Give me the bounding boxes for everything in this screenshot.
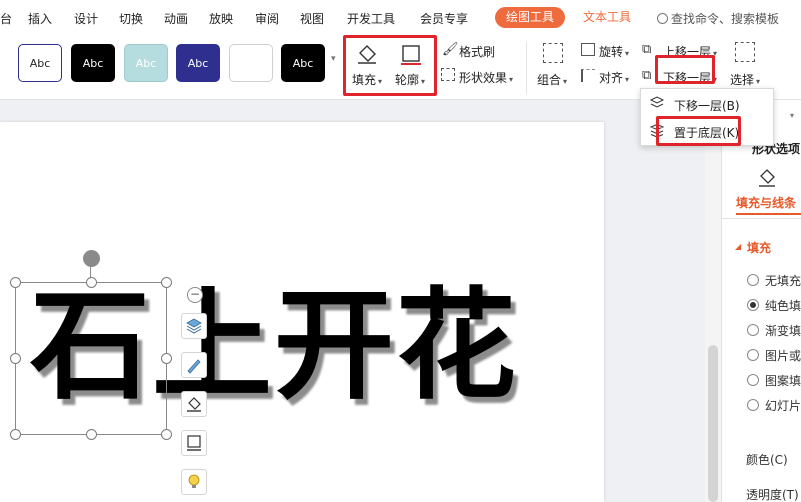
radio-gradient-fill[interactable] — [747, 324, 759, 336]
align-label: 对齐 — [599, 71, 624, 85]
layers-icon — [186, 318, 202, 334]
format-brush-icon: 🖌 — [442, 42, 459, 57]
radio-no-fill[interactable] — [747, 274, 759, 286]
group-label: 组合 — [537, 73, 562, 87]
menu-item-member[interactable]: 会员专享 — [420, 10, 468, 27]
align-icon — [581, 69, 595, 82]
option-gradient-fill: 渐变填 — [765, 324, 801, 338]
highlight-send-to-back — [656, 116, 741, 146]
radio-pattern-fill[interactable] — [747, 374, 759, 386]
bring-forward-icon: ⧉ — [642, 42, 652, 57]
menu-item-developer[interactable]: 开发工具 — [347, 10, 395, 27]
resize-handle-bottom[interactable] — [86, 429, 97, 440]
resize-handle-bottom-right[interactable] — [161, 429, 172, 440]
active-tab-underline — [736, 213, 801, 215]
rotate-icon — [581, 43, 595, 56]
rotate-label: 旋转 — [599, 45, 624, 59]
menu-item-transition[interactable]: 切换 — [119, 10, 143, 27]
radio-solid-fill[interactable] — [747, 299, 759, 311]
group-caret-icon: ▾ — [563, 77, 568, 86]
resize-handle-top-right[interactable] — [161, 277, 172, 288]
search-command[interactable]: 查找命令、搜索模板 — [657, 10, 779, 27]
fill-bucket-icon — [187, 397, 201, 412]
panel-divider — [722, 218, 801, 219]
rotate-caret-icon: ▾ — [625, 49, 630, 58]
search-icon — [657, 13, 668, 24]
resize-handle-left[interactable] — [10, 353, 21, 364]
fill-section-title: 填充 — [747, 241, 772, 255]
send-backward-icon: ⧉ — [642, 68, 652, 83]
radio-slide-bg-fill[interactable] — [747, 399, 759, 411]
rotate-handle-icon[interactable] — [83, 250, 100, 267]
option-picture-fill: 图片或 — [765, 349, 801, 363]
highlight-send-backward — [655, 55, 715, 84]
tab-drawing-tools[interactable]: 绘图工具 — [495, 7, 566, 28]
vertical-scrollbar[interactable] — [705, 100, 721, 502]
scrollbar-thumb[interactable] — [708, 345, 718, 502]
shape-effects-button[interactable]: 形状效果 ▾ — [459, 69, 513, 86]
menu-item-slideshow[interactable]: 放映 — [209, 10, 233, 27]
align-button[interactable]: 对齐 ▾ — [599, 69, 629, 86]
shape-effects-label: 形状效果 — [459, 71, 508, 85]
property-panel: 生 ▾ 形状选项 填充与线条 ◢ 填充 无填充 纯色填 渐变填 图片或 图案填 … — [721, 100, 801, 502]
menu-send-backward[interactable]: 下移一层(B) — [674, 97, 740, 114]
send-backward-icon — [649, 96, 665, 108]
tab-text-tools[interactable]: 文本工具 — [572, 7, 642, 28]
rotate-button[interactable]: 旋转 ▾ — [599, 43, 629, 60]
select-label: 选择 — [730, 73, 755, 87]
menu-item-view[interactable]: 视图 — [300, 10, 324, 27]
option-solid-fill: 纯色填 — [765, 299, 801, 313]
shape-style-5[interactable] — [229, 44, 273, 82]
shape-style-3[interactable]: Abc — [124, 44, 168, 82]
resize-handle-bottom-left[interactable] — [10, 429, 21, 440]
lightbulb-icon — [188, 474, 200, 488]
styles-more-icon[interactable]: ▾ — [331, 54, 336, 64]
quick-outline-button[interactable] — [181, 430, 207, 456]
menu-item-design[interactable]: 设计 — [74, 10, 98, 27]
select-caret-icon: ▾ — [756, 77, 761, 86]
menu-item-review[interactable]: 审阅 — [255, 10, 279, 27]
select-button[interactable]: 选择 ▾ — [730, 71, 760, 88]
tab-fill-and-line[interactable]: 填充与线条 — [736, 194, 796, 211]
menu-item-start[interactable]: 台 — [0, 10, 12, 27]
shape-style-2[interactable]: Abc — [71, 44, 115, 82]
quick-fill-button[interactable] — [181, 391, 207, 417]
format-brush-button[interactable]: 格式刷 — [459, 43, 495, 60]
collapse-toolbar-icon[interactable]: − — [187, 287, 203, 303]
shape-style-6[interactable]: Abc — [281, 44, 325, 82]
send-backward-dropdown: 下移一层(B) 置于底层(K) — [640, 88, 774, 146]
menu-bar: 台 插入 设计 切换 动画 放映 审阅 视图 开发工具 会员专享 绘图工具 文本… — [0, 0, 801, 34]
shape-style-4[interactable]: Abc — [176, 44, 220, 82]
option-slide-bg-fill: 幻灯片 — [765, 399, 801, 413]
color-label: 颜色(C) — [746, 453, 788, 467]
panel-header-caret-icon[interactable]: ▾ — [790, 111, 794, 120]
ribbon-divider — [526, 42, 527, 94]
fill-section-caret-icon[interactable]: ◢ — [735, 242, 741, 251]
option-pattern-fill: 图案填 — [765, 374, 801, 388]
pen-icon — [187, 359, 201, 374]
pen-button[interactable] — [181, 352, 207, 378]
outline-icon — [187, 435, 201, 451]
menu-item-insert[interactable]: 插入 — [28, 10, 52, 27]
group-button[interactable]: 组合 ▾ — [537, 71, 567, 88]
group-icon — [543, 43, 563, 63]
fill-line-icon[interactable] — [756, 166, 778, 188]
resize-handle-top[interactable] — [86, 277, 97, 288]
menu-item-animation[interactable]: 动画 — [164, 10, 188, 27]
resize-handle-top-left[interactable] — [10, 277, 21, 288]
resize-handle-right[interactable] — [161, 353, 172, 364]
search-label: 查找命令、搜索模板 — [671, 12, 780, 26]
radio-picture-fill[interactable] — [747, 349, 759, 361]
highlight-fill-outline — [343, 35, 437, 96]
select-icon — [735, 42, 755, 62]
shape-effects-icon — [441, 68, 455, 81]
shape-style-1[interactable]: Abc — [18, 44, 62, 82]
option-no-fill: 无填充 — [765, 274, 801, 288]
quick-tip-button[interactable] — [181, 469, 207, 495]
align-caret-icon: ▾ — [625, 75, 630, 84]
layers-button[interactable] — [181, 313, 207, 339]
shape-effects-caret-icon: ▾ — [509, 75, 514, 84]
transparency-label: 透明度(T) — [746, 488, 799, 502]
selection-box — [10, 277, 172, 440]
